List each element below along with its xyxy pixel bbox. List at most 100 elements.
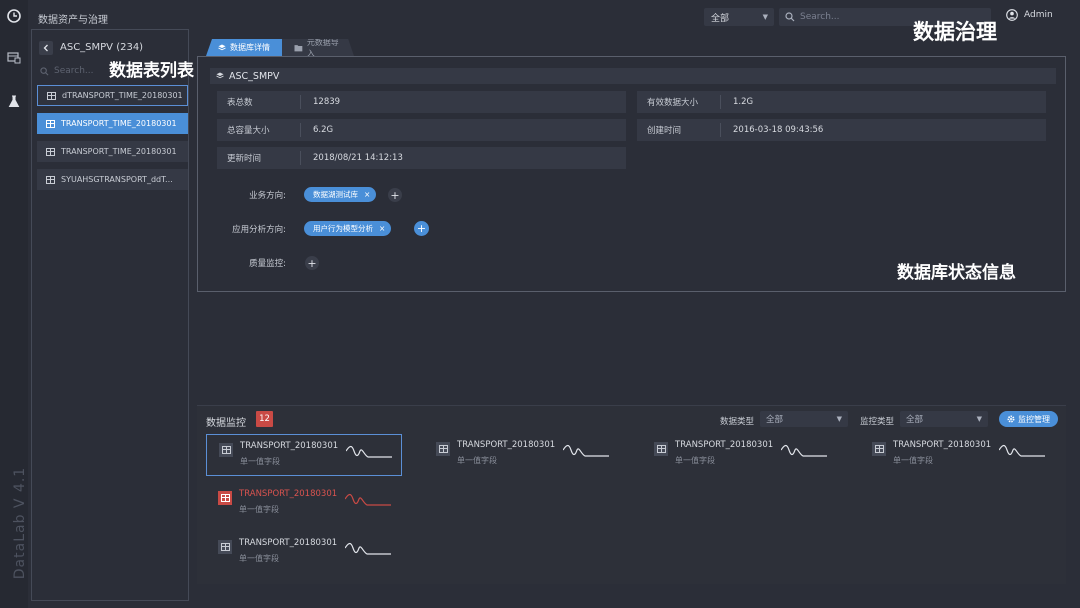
details-header: ASC_SMPV (210, 68, 1056, 84)
monitor-card-name: TRANSPORT_20180301 (675, 440, 774, 450)
monitor-count-badge: 12 (256, 411, 273, 427)
app-title: 数据资产与治理 (38, 15, 108, 26)
monitor-card-type: 单一值字段 (457, 456, 497, 465)
monitor-card[interactable]: TRANSPORT_20180301 单一值字段 (642, 434, 838, 476)
global-search-placeholder: Search... (800, 12, 840, 22)
chevron-down-icon: ▼ (976, 415, 982, 423)
info-row-created: 创建时间 2016-03-18 09:43:56 (637, 119, 1046, 141)
overlay-governance-label: 数据治理 (913, 20, 997, 44)
add-business-tag-button[interactable]: + (388, 188, 402, 202)
monitor-card[interactable]: TRANSPORT_20180301 单一值字段 (206, 532, 402, 574)
tab-metadata-import[interactable]: 元数据导入 (282, 39, 354, 56)
table-icon (46, 119, 55, 128)
monitor-card-name: TRANSPORT_20180301 (239, 489, 338, 499)
left-rail: DataLab V 4.1 (0, 0, 28, 608)
scope-select[interactable]: 全部 ▼ (704, 8, 774, 26)
info-label: 创建时间 (637, 123, 721, 137)
database-details-panel: ASC_SMPV 表总数 12839 有效数据大小 1.2G 总容量大小 6.2… (197, 56, 1066, 292)
table-list-item[interactable]: dTRANSPORT_TIME_20180301 (37, 85, 188, 106)
search-icon (785, 12, 795, 22)
gear-icon (1007, 415, 1015, 423)
info-value: 1.2G (733, 97, 754, 107)
sparkline-icon (345, 542, 391, 555)
table-search-placeholder: Search... (54, 66, 94, 76)
search-icon (40, 66, 49, 75)
table-icon (46, 175, 55, 184)
table-name: TRANSPORT_TIME_20180301 (61, 147, 177, 156)
table-icon (654, 442, 668, 456)
info-value: 6.2G (313, 125, 334, 135)
monitor-card[interactable]: TRANSPORT_20180301 单一值字段 (206, 434, 402, 476)
info-row-valid-size: 有效数据大小 1.2G (637, 91, 1046, 113)
info-label: 总容量大小 (217, 123, 301, 137)
details-db-name: ASC_SMPV (229, 70, 280, 82)
sparkline-icon (345, 493, 391, 506)
tag-text: 数据湖测试库 (313, 190, 358, 199)
table-icon (218, 491, 232, 505)
folder-import-icon (294, 44, 303, 51)
monitor-card-type: 单一值字段 (240, 457, 280, 466)
info-label: 表总数 (217, 95, 301, 109)
data-type-select[interactable]: 全部 ▼ (760, 411, 848, 427)
database-icon[interactable] (6, 50, 22, 66)
close-icon[interactable]: × (379, 224, 385, 233)
business-tag[interactable]: 数据湖测试库 × (304, 187, 377, 202)
monitor-card-type: 单一值字段 (893, 456, 933, 465)
scope-select-value: 全部 (711, 13, 730, 24)
table-list-item[interactable]: TRANSPORT_TIME_20180301 (37, 113, 188, 134)
monitor-card[interactable]: TRANSPORT_20180301 单一值字段 (860, 434, 1056, 476)
sparkline-icon (346, 445, 392, 458)
info-value: 2016-03-18 09:43:56 (733, 125, 824, 135)
monitor-management-button[interactable]: 监控管理 (999, 411, 1058, 427)
chevron-left-icon (43, 44, 48, 52)
user-name: Admin (1024, 10, 1053, 20)
monitor-card-type: 单一值字段 (239, 505, 279, 514)
table-icon (872, 442, 886, 456)
info-row-table-count: 表总数 12839 (217, 91, 626, 113)
back-button[interactable] (39, 41, 53, 55)
add-analysis-tag-button[interactable]: + (414, 221, 429, 236)
user-menu[interactable]: Admin (1006, 9, 1053, 21)
analysis-direction-label: 应用分析方向: (232, 225, 286, 235)
sparkline-icon (563, 444, 609, 457)
flask-icon[interactable] (6, 93, 22, 109)
clock-logo-icon[interactable] (6, 8, 22, 24)
close-icon[interactable]: × (364, 190, 370, 199)
user-avatar-icon (1006, 9, 1018, 21)
info-label: 更新时间 (217, 151, 301, 165)
monitor-card-type: 单一值字段 (675, 456, 715, 465)
sparkline-icon (999, 444, 1045, 457)
overlay-status-info-label: 数据库状态信息 (897, 263, 1016, 283)
tag-text: 用户行为模型分析 (313, 224, 373, 233)
info-label: 有效数据大小 (637, 95, 721, 109)
monitor-card-alert[interactable]: TRANSPORT_20180301 单一值字段 (206, 483, 402, 525)
business-direction-label: 业务方向: (249, 191, 286, 201)
app-version: DataLab V 4.1 (12, 466, 29, 580)
quality-monitor-label: 质量监控: (249, 259, 286, 269)
tab-database-details[interactable]: 数据库详情 (206, 39, 282, 56)
info-value: 2018/08/21 14:12:13 (313, 153, 403, 163)
monitor-card-name: TRANSPORT_20180301 (893, 440, 992, 450)
table-list-item[interactable]: SYUAHSGTRANSPORT_ddT... (37, 169, 188, 190)
database-name: ASC_SMPV (234) (60, 42, 144, 53)
table-list-item[interactable]: TRANSPORT_TIME_20180301 (37, 141, 188, 162)
monitor-type-label: 监控类型 (860, 417, 895, 427)
table-icon (219, 443, 233, 457)
table-icon (47, 91, 56, 100)
monitor-title: 数据监控 (206, 418, 246, 429)
monitor-card-type: 单一值字段 (239, 554, 279, 563)
analysis-tag[interactable]: 用户行为模型分析 × (304, 221, 392, 236)
monitor-type-value: 全部 (906, 415, 924, 425)
monitor-card-name: TRANSPORT_20180301 (457, 440, 556, 450)
layers-icon (216, 72, 224, 79)
data-type-value: 全部 (766, 415, 784, 425)
overlay-table-list-label: 数据表列表 (109, 61, 194, 81)
chevron-down-icon: ▼ (762, 13, 768, 21)
sparkline-icon (781, 444, 827, 457)
add-quality-monitor-button[interactable]: + (305, 256, 319, 270)
chevron-down-icon: ▼ (836, 415, 842, 423)
monitor-type-select[interactable]: 全部 ▼ (900, 411, 988, 427)
monitor-card[interactable]: TRANSPORT_20180301 单一值字段 (424, 434, 620, 476)
table-name: TRANSPORT_TIME_20180301 (61, 119, 177, 128)
info-row-updated: 更新时间 2018/08/21 14:12:13 (217, 147, 626, 169)
